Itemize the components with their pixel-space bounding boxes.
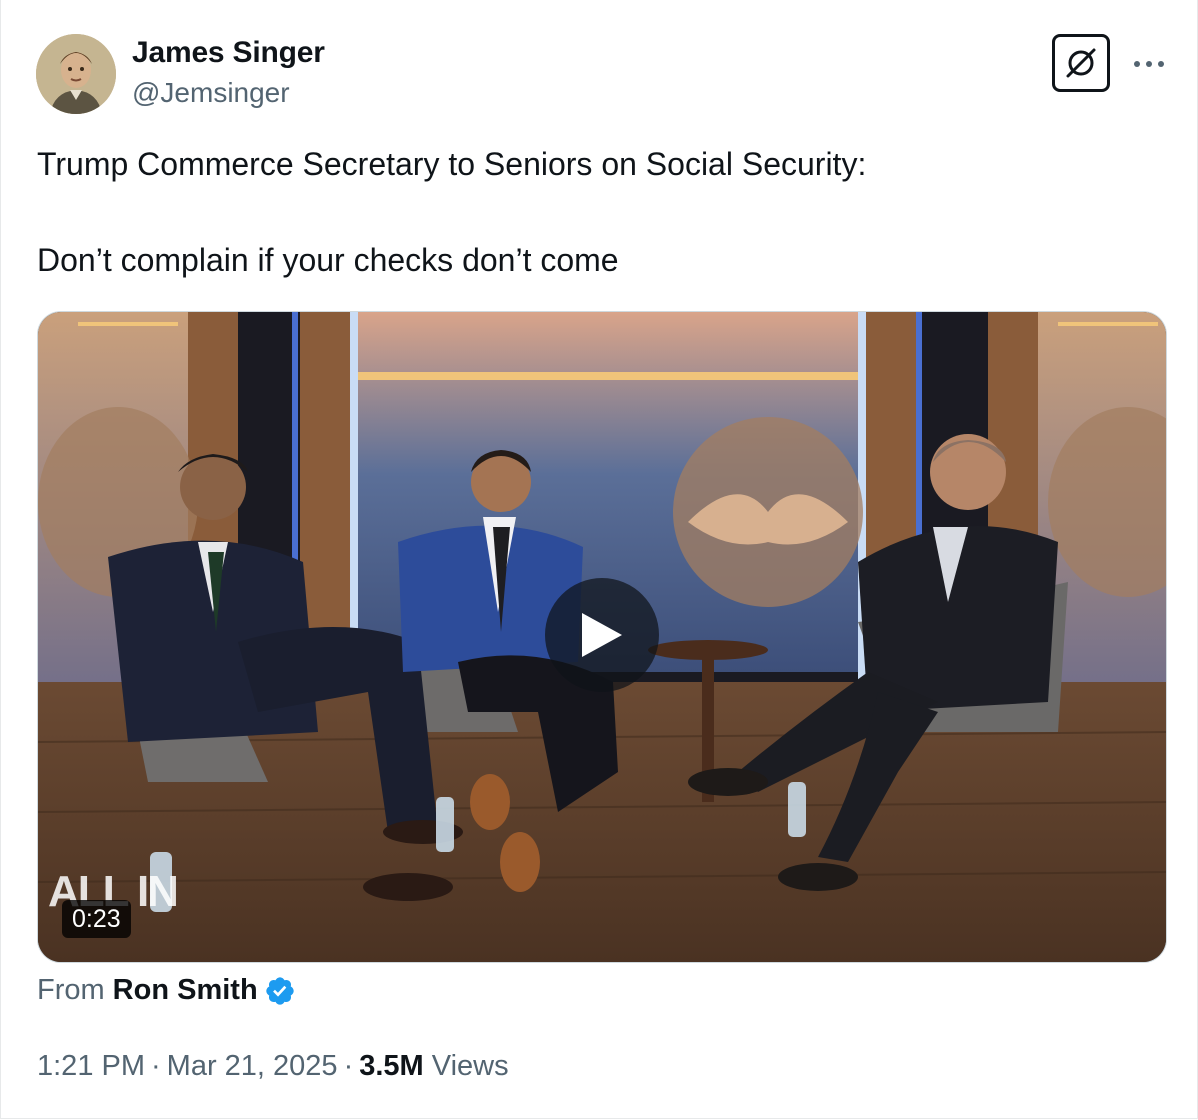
- avatar-photo-icon: [36, 34, 116, 114]
- source-account-name[interactable]: Ron Smith: [113, 974, 258, 1007]
- author-display-name[interactable]: James Singer: [132, 36, 325, 70]
- meta-separator: ·: [343, 1050, 354, 1082]
- more-dots-icon: [1134, 61, 1164, 67]
- video-attribution: From Ron Smith: [37, 974, 296, 1007]
- tweet-date[interactable]: Mar 21, 2025: [167, 1050, 338, 1082]
- video-player[interactable]: ALL IN 0:23: [37, 311, 1167, 963]
- meta-separator: ·: [151, 1050, 161, 1082]
- verified-badge-icon: [264, 975, 296, 1007]
- tweet-metadata: 1:21 PM · Mar 21, 2025 · 3.5M Views: [37, 1050, 509, 1083]
- views-count: 3.5M: [359, 1050, 424, 1082]
- play-button[interactable]: [545, 578, 659, 692]
- more-options-button[interactable]: [1131, 46, 1167, 82]
- grok-button[interactable]: [1052, 34, 1110, 92]
- play-icon: [582, 613, 622, 657]
- author-handle[interactable]: @Jemsinger: [132, 77, 290, 109]
- tweet-card: James Singer @Jemsinger Trump Commerce S…: [0, 0, 1198, 1119]
- views-label: Views: [431, 1050, 509, 1082]
- tweet-text-line-2: Don’t complain if your checks don’t come: [37, 242, 619, 278]
- tweet-time[interactable]: 1:21 PM: [37, 1050, 145, 1082]
- video-duration: 0:23: [62, 900, 131, 938]
- author-avatar[interactable]: [36, 34, 116, 114]
- tweet-text-line-1: Trump Commerce Secretary to Seniors on S…: [37, 146, 867, 182]
- from-label: From: [37, 974, 105, 1006]
- grok-icon: [1066, 48, 1096, 78]
